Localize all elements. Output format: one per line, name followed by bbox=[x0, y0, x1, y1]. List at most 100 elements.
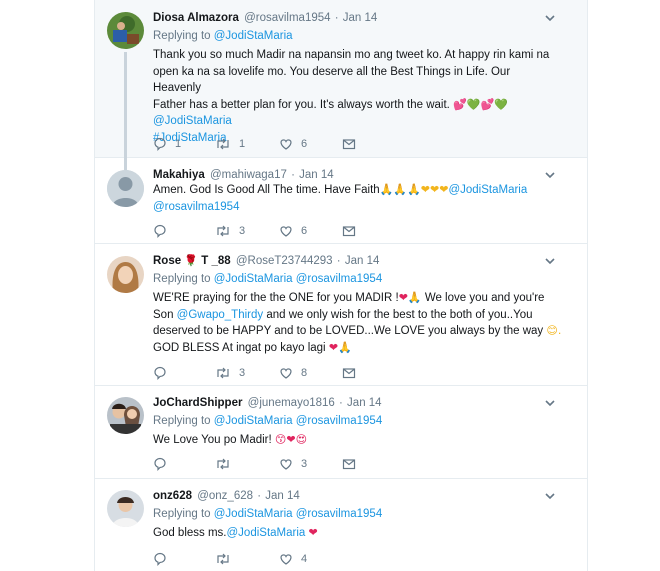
mention-link[interactable]: @JodiStaMaria bbox=[214, 30, 293, 42]
reply-button[interactable] bbox=[153, 366, 175, 380]
retweet-icon bbox=[217, 367, 229, 379]
tweet-makahiya[interactable]: Makahiya @mahiwaga17 · Jan 14 Amen. God … bbox=[95, 158, 587, 244]
tweet-onz628[interactable]: onz628 @onz_628 · Jan 14 Replying to @Jo… bbox=[95, 479, 587, 571]
timestamp[interactable]: Jan 14 bbox=[347, 397, 382, 409]
like-button[interactable]: 6 bbox=[279, 137, 307, 151]
mention-link[interactable]: @JodiStaMaria bbox=[214, 508, 293, 520]
avatar[interactable] bbox=[107, 12, 144, 49]
timestamp[interactable]: Jan 14 bbox=[265, 490, 300, 502]
chevron-down-icon[interactable] bbox=[543, 396, 557, 410]
timestamp[interactable]: Jan 14 bbox=[299, 169, 334, 181]
tweet-header: onz628 @onz_628 · Jan 14 bbox=[153, 490, 300, 502]
tweet-header: Rose 🌹 T _88 @RoseT23744293 · Jan 14 bbox=[153, 254, 380, 267]
reply-button[interactable] bbox=[153, 457, 175, 471]
emoji: ❤ bbox=[308, 526, 318, 539]
display-name[interactable]: Rose 🌹 T _88 bbox=[153, 254, 231, 267]
avatar[interactable] bbox=[107, 170, 144, 207]
like-button[interactable]: 4 bbox=[279, 552, 307, 566]
replying-to: Replying to @JodiStaMaria bbox=[153, 30, 293, 42]
tweet-actions: 3 6 bbox=[153, 224, 573, 238]
chevron-down-icon[interactable] bbox=[543, 254, 557, 268]
tweet-header: JoChardShipper @junemayo1816 · Jan 14 bbox=[153, 397, 382, 409]
user-handle[interactable]: @junemayo1816 bbox=[248, 397, 335, 409]
mention-link[interactable]: @rosavilma1954 bbox=[296, 415, 382, 427]
mention-link[interactable]: @rosavilma1954 bbox=[296, 508, 382, 520]
reply-button[interactable] bbox=[153, 224, 175, 238]
user-handle[interactable]: @RoseT23744293 bbox=[236, 255, 333, 267]
heart-icon bbox=[280, 368, 292, 379]
retweet-button[interactable]: 1 bbox=[215, 137, 245, 151]
reply-button[interactable] bbox=[153, 552, 175, 566]
retweet-icon bbox=[217, 138, 229, 150]
avatar[interactable] bbox=[107, 256, 144, 293]
retweet-icon bbox=[217, 458, 229, 470]
tweet-header: Diosa Almazora @rosavilma1954 · Jan 14 bbox=[153, 12, 378, 24]
timestamp[interactable]: Jan 14 bbox=[345, 255, 380, 267]
tweet-header: Makahiya @mahiwaga17 · Jan 14 bbox=[153, 169, 334, 181]
message-button[interactable] bbox=[342, 457, 356, 471]
emoji: 😙❤😍 bbox=[274, 433, 308, 446]
display-name[interactable]: Diosa Almazora bbox=[153, 12, 239, 24]
mention-link[interactable]: @JodiStaMaria bbox=[214, 273, 293, 285]
user-handle[interactable]: @rosavilma1954 bbox=[244, 12, 330, 24]
mention-link[interactable]: @JodiStaMaria bbox=[227, 527, 306, 539]
user-handle[interactable]: @onz_628 bbox=[197, 490, 253, 502]
thread-line bbox=[124, 52, 127, 158]
replying-to: Replying to @JodiStaMaria @rosavilma1954 bbox=[153, 415, 383, 427]
mention-link[interactable]: @rosavilma1954 bbox=[153, 199, 553, 216]
reply-button[interactable]: 1 bbox=[153, 137, 181, 151]
envelope-icon bbox=[342, 368, 356, 379]
display-name[interactable]: onz628 bbox=[153, 490, 192, 502]
conversation-feed: Diosa Almazora @rosavilma1954 · Jan 14 R… bbox=[94, 0, 588, 571]
display-name[interactable]: JoChardShipper bbox=[153, 397, 242, 409]
emoji: ❤🙏 bbox=[328, 340, 352, 354]
heart-icon bbox=[280, 459, 292, 470]
mention-link[interactable]: @JodiStaMaria bbox=[214, 415, 293, 427]
user-handle[interactable]: @mahiwaga17 bbox=[210, 169, 287, 181]
reply-icon bbox=[154, 366, 166, 380]
retweet-icon bbox=[217, 553, 229, 565]
reply-icon bbox=[154, 457, 166, 471]
retweet-button[interactable]: 3 bbox=[215, 224, 245, 238]
tweet-rose[interactable]: Rose 🌹 T _88 @RoseT23744293 · Jan 14 Rep… bbox=[95, 244, 587, 386]
replying-to: Replying to @JodiStaMaria @rosavilma1954 bbox=[153, 508, 383, 520]
retweet-button[interactable]: 3 bbox=[215, 366, 245, 380]
reply-icon bbox=[154, 552, 166, 566]
tweet-actions: 4 bbox=[153, 552, 573, 566]
envelope-icon bbox=[342, 459, 356, 470]
heart-icon bbox=[280, 554, 292, 565]
message-button[interactable] bbox=[342, 366, 356, 380]
tweet-actions: 3 8 bbox=[153, 366, 573, 380]
tweet-actions: 3 bbox=[153, 457, 573, 471]
avatar[interactable] bbox=[107, 397, 144, 434]
retweet-button[interactable] bbox=[215, 552, 239, 566]
tweet-jochardshipper[interactable]: JoChardShipper @junemayo1816 · Jan 14 Re… bbox=[95, 386, 587, 479]
tweet-diosa[interactable]: Diosa Almazora @rosavilma1954 · Jan 14 R… bbox=[95, 0, 587, 158]
retweet-button[interactable] bbox=[215, 457, 239, 471]
rose-emoji: 🌹 bbox=[184, 254, 199, 267]
tweet-text: Thank you so much Madir na napansin mo a… bbox=[153, 47, 553, 146]
chevron-down-icon[interactable] bbox=[543, 11, 557, 25]
tweet-text: We Love You po Madir! 😙❤😍 bbox=[153, 433, 308, 446]
reply-icon bbox=[154, 224, 166, 238]
like-button[interactable]: 6 bbox=[279, 224, 307, 238]
tweet-actions: 1 1 6 bbox=[153, 137, 573, 151]
tweet-text: God bless ms.@JodiStaMaria ❤ bbox=[153, 526, 318, 539]
envelope-icon bbox=[342, 226, 356, 237]
mention-link[interactable]: @JodiStaMaria bbox=[153, 113, 553, 130]
emoji: 😊. bbox=[546, 324, 562, 337]
mention-link[interactable]: @Gwapo_Thirdy bbox=[177, 309, 263, 321]
mention-link[interactable]: @JodiStaMaria bbox=[448, 184, 527, 196]
chevron-down-icon[interactable] bbox=[543, 489, 557, 503]
display-name[interactable]: Makahiya bbox=[153, 169, 205, 181]
message-button[interactable] bbox=[342, 137, 356, 151]
like-button[interactable]: 3 bbox=[279, 457, 307, 471]
chevron-down-icon[interactable] bbox=[543, 168, 557, 182]
message-button[interactable] bbox=[342, 224, 356, 238]
like-button[interactable]: 8 bbox=[279, 366, 307, 380]
timestamp[interactable]: Jan 14 bbox=[343, 12, 378, 24]
reply-icon bbox=[154, 137, 166, 151]
mention-link[interactable]: @rosavilma1954 bbox=[296, 273, 382, 285]
emoji: 💕💚💕💚 bbox=[453, 97, 508, 111]
avatar[interactable] bbox=[107, 490, 144, 527]
